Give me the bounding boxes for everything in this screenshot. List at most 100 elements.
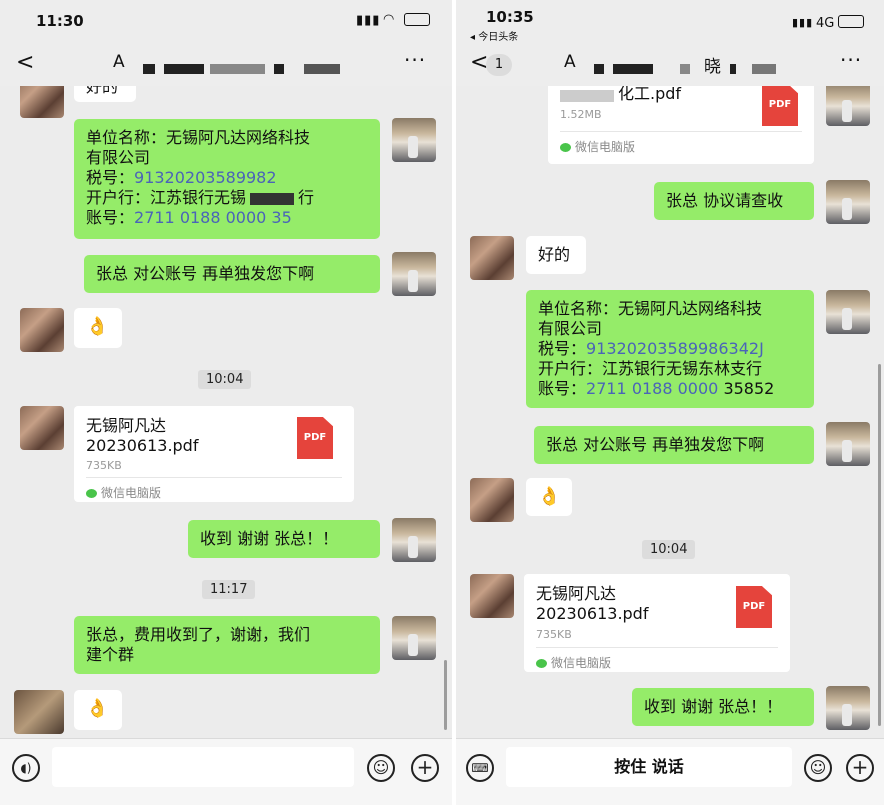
bank-line: 开户行：江苏银行无锡东林支行 <box>538 359 763 378</box>
message-bubble[interactable]: 好的 <box>74 86 136 102</box>
keyboard-icon[interactable]: ⌨ <box>466 754 494 782</box>
scrollbar[interactable] <box>878 364 881 726</box>
more-icon[interactable]: ··· <box>840 48 862 72</box>
redacted-name <box>752 64 776 74</box>
message-line: 单位名称：无锡阿凡达网络科技 <box>86 128 311 147</box>
message-bubble[interactable]: 好的 <box>526 236 586 274</box>
file-source-text: 微信电脑版 <box>551 656 612 670</box>
file-source: 微信电脑版 <box>86 484 161 501</box>
ok-hand-icon: 👌 <box>86 316 109 337</box>
message-list[interactable]: 好的 单位名称：无锡阿凡达网络科技 有限公司 税号：91320203589982… <box>0 86 452 738</box>
bank-line: 开户行：江苏银行无锡 行 <box>86 188 368 208</box>
message-bubble[interactable]: 张总 对公账号 再单独发您下啊 <box>534 426 814 464</box>
unread-count-badge: 1 <box>486 54 512 76</box>
my-avatar[interactable] <box>826 422 870 466</box>
redacted-bank <box>250 192 295 205</box>
emoji-icon[interactable]: ☺ <box>367 754 395 782</box>
my-avatar[interactable] <box>392 616 436 660</box>
signal-icon: ▮▮▮ <box>356 13 381 28</box>
timestamp: 11:17 <box>202 580 256 599</box>
file-name: 无锡阿凡达 20230613.pdf <box>86 416 198 456</box>
file-name-line: 20230613.pdf <box>536 604 649 623</box>
tax-label: 税号： <box>86 168 135 187</box>
company-info-message[interactable]: 单位名称：无锡阿凡达网络科技 有限公司 税号：91320203589982 开户… <box>74 119 380 239</box>
timestamp: 10:04 <box>642 540 696 559</box>
message-line: 张总，费用收到了，谢谢，我们 <box>86 625 311 644</box>
contact-avatar[interactable] <box>470 236 514 280</box>
bank-suffix: 行 <box>298 188 315 207</box>
emoji-message[interactable]: 👌 <box>74 308 122 348</box>
message-line: 建个群 <box>86 645 135 664</box>
tax-number-link[interactable]: 91320203589986342J <box>586 339 764 358</box>
my-avatar[interactable] <box>392 118 436 162</box>
file-source: 微信电脑版 <box>536 654 611 671</box>
message-bubble[interactable]: 收到 谢谢 张总！！ <box>188 520 380 558</box>
input-bar: ◖) ☺ + <box>0 738 452 805</box>
file-message-card[interactable]: 化工.pdf 1.52MB PDF 微信电脑版 <box>548 86 814 164</box>
contact-avatar[interactable] <box>20 86 64 118</box>
message-input[interactable] <box>52 747 354 787</box>
redacted-name <box>613 64 653 74</box>
pdf-file-icon: PDF <box>762 86 798 126</box>
message-bubble[interactable]: 张总，费用收到了，谢谢，我们 建个群 <box>74 616 380 674</box>
message-list[interactable]: 化工.pdf 1.52MB PDF 微信电脑版 张总 协议请查收 好的 单位名称… <box>456 86 884 738</box>
redacted-name <box>304 64 340 74</box>
file-name-line: 无锡阿凡达 <box>86 416 167 435</box>
message-bubble[interactable]: 张总 对公账号 再单独发您下啊 <box>84 255 380 293</box>
input-bar: ⌨ 按住 说话 ☺ + <box>456 738 884 805</box>
chat-header: < A ··· <box>0 44 452 86</box>
contact-avatar[interactable] <box>20 308 64 352</box>
redacted-name <box>594 64 604 74</box>
more-icon[interactable]: ··· <box>404 48 426 72</box>
left-phone-screen: 11:30 ▮▮▮ ◠ < A ··· 好的 单位名称：无锡阿凡达网络科技 有限… <box>0 0 452 805</box>
message-bubble[interactable]: 张总 协议请查收 <box>654 182 814 220</box>
bank-label: 开户行： <box>86 188 151 207</box>
emoji-message[interactable]: 👌 <box>526 478 572 516</box>
wechat-icon <box>86 489 97 498</box>
my-avatar[interactable] <box>392 252 436 296</box>
my-avatar[interactable] <box>392 518 436 562</box>
tax-number-link[interactable]: 91320203589982 <box>134 168 277 187</box>
wechat-icon <box>536 659 547 668</box>
message-bubble[interactable]: 收到 谢谢 张总！！ <box>632 688 814 726</box>
message-text: 张总 对公账号 再单独发您下啊 <box>546 435 765 454</box>
my-avatar[interactable] <box>826 686 870 730</box>
ok-hand-icon: 👌 <box>86 698 109 719</box>
emoji-icon[interactable]: ☺ <box>804 754 832 782</box>
ok-hand-icon: 👌 <box>538 486 561 507</box>
plus-icon[interactable]: + <box>846 754 874 782</box>
my-avatar[interactable] <box>826 86 870 126</box>
file-size: 735KB <box>536 628 572 641</box>
redacted-filename <box>560 90 614 102</box>
redacted-name <box>680 64 690 74</box>
my-avatar[interactable] <box>826 180 870 224</box>
account-label: 账号： <box>538 379 587 398</box>
contact-avatar[interactable] <box>470 574 514 618</box>
account-number-link[interactable]: 2711 0188 0000 35 <box>134 208 292 227</box>
back-to-app-link[interactable]: ◂ 今日头条 <box>470 28 518 43</box>
account-number-tail: 35852 <box>723 379 775 398</box>
file-name: 无锡阿凡达 20230613.pdf <box>536 584 648 624</box>
account-number-link[interactable]: 2711 0188 0000 <box>586 379 718 398</box>
pdf-file-icon: PDF <box>736 586 772 628</box>
back-chevron-icon[interactable]: < <box>16 50 34 75</box>
voice-icon[interactable]: ◖) <box>12 754 40 782</box>
hold-to-talk-button[interactable]: 按住 说话 <box>506 747 792 787</box>
file-message-card[interactable]: 无锡阿凡达 20230613.pdf 735KB PDF 微信电脑版 <box>74 406 354 502</box>
plus-icon[interactable]: + <box>411 754 439 782</box>
file-source-text: 微信电脑版 <box>575 140 636 154</box>
company-info-message[interactable]: 单位名称：无锡阿凡达网络科技 有限公司 税号：91320203589986342… <box>526 290 814 408</box>
my-avatar[interactable] <box>826 290 870 334</box>
message-text: 张总 协议请查收 <box>666 191 784 210</box>
emoji-message[interactable]: 👌 <box>74 690 122 730</box>
scrollbar[interactable] <box>444 660 447 730</box>
pdf-file-icon: PDF <box>297 417 333 459</box>
status-bar: 10:35 ◂ 今日头条 ▮▮▮ 4G <box>456 0 884 44</box>
status-time: 11:30 <box>36 12 84 30</box>
contact-avatar[interactable] <box>20 406 64 450</box>
message-line: 有限公司 <box>86 148 151 167</box>
file-message-card[interactable]: 无锡阿凡达 20230613.pdf 735KB PDF 微信电脑版 <box>524 574 790 672</box>
contact-avatar[interactable] <box>470 478 514 522</box>
redacted-name <box>730 64 736 74</box>
contact-avatar[interactable] <box>14 690 64 734</box>
